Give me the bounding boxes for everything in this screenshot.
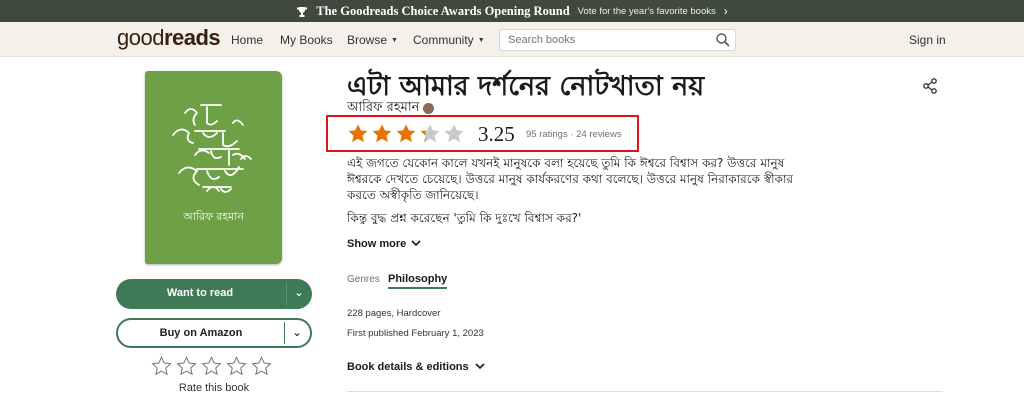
goodreads-logo[interactable]: goodreads (117, 25, 221, 51)
book-cover[interactable]: আরিফ রহমান (145, 71, 282, 264)
rate-star-icon[interactable] (176, 356, 197, 381)
rating-counts[interactable]: 95 ratings · 24 reviews (526, 129, 622, 140)
chevron-down-icon[interactable]: ⌄ (288, 326, 306, 339)
rating-star-icon (444, 124, 464, 143)
nav-home[interactable]: Home (231, 33, 263, 47)
chevron-down-icon (475, 361, 485, 373)
divider (284, 322, 285, 344)
search-box (499, 29, 736, 51)
promo-banner[interactable]: The Goodreads Choice Awards Opening Roun… (0, 0, 1024, 22)
sign-in-link[interactable]: Sign in (909, 33, 946, 47)
average-rating: 3.25 (478, 122, 515, 146)
trophy-icon (296, 5, 308, 17)
rating-star-icon (420, 124, 440, 143)
chevron-down-icon (411, 238, 421, 250)
nav-community[interactable]: Community ▼ (413, 33, 485, 47)
want-to-read-button[interactable]: Want to read ⌄ (116, 279, 312, 309)
rating-star-icon (348, 124, 368, 143)
banner-subtitle: Vote for the year's favorite books (577, 5, 716, 17)
search-input[interactable] (500, 30, 700, 50)
rate-star-icon[interactable] (201, 356, 222, 381)
first-published: First published February 1, 2023 (347, 328, 484, 339)
average-rating-stars (347, 123, 465, 144)
caret-down-icon: ▼ (477, 36, 485, 44)
chevron-down-icon[interactable]: ⌄ (290, 286, 308, 299)
cover-title-art (172, 104, 252, 193)
book-description: এই জগতে যেকোন কালে যখনই মানুষকে বলা হয়ে… (347, 156, 794, 202)
rate-star-icon[interactable] (251, 356, 272, 381)
share-icon[interactable] (921, 77, 939, 100)
show-more-button[interactable]: Show more (347, 238, 421, 250)
chevron-right-icon: › (723, 4, 728, 18)
rate-stars (151, 356, 272, 381)
nav-my-books[interactable]: My Books (280, 33, 333, 47)
rating-star-icon (396, 124, 416, 143)
nav-browse[interactable]: Browse ▼ (347, 33, 398, 47)
divider (286, 282, 287, 306)
book-format: 228 pages, Hardcover (347, 308, 441, 319)
rate-this-book-label: Rate this book (178, 382, 250, 394)
cover-author: আরিফ রহমান (183, 211, 244, 223)
search-icon[interactable] (715, 32, 731, 53)
rating-star-icon (372, 124, 392, 143)
book-details-button[interactable]: Book details & editions (347, 361, 485, 373)
divider (347, 391, 943, 392)
book-description-continued: কিন্তু বুদ্ধ প্রশ্ন করেছেন 'তুমি কি দুঃখ… (347, 211, 582, 224)
rate-star-icon[interactable] (151, 356, 172, 381)
banner-title: The Goodreads Choice Awards Opening Roun… (316, 3, 570, 18)
genres-label: Genres (347, 274, 380, 285)
genre-link[interactable]: Philosophy (388, 273, 448, 289)
top-nav: goodreads Home My Books Browse ▼ Communit… (0, 22, 1024, 57)
rate-star-icon[interactable] (226, 356, 247, 381)
caret-down-icon: ▼ (391, 36, 398, 44)
buy-on-amazon-button[interactable]: Buy on Amazon ⌄ (116, 318, 312, 348)
author-badge-icon (423, 103, 435, 114)
